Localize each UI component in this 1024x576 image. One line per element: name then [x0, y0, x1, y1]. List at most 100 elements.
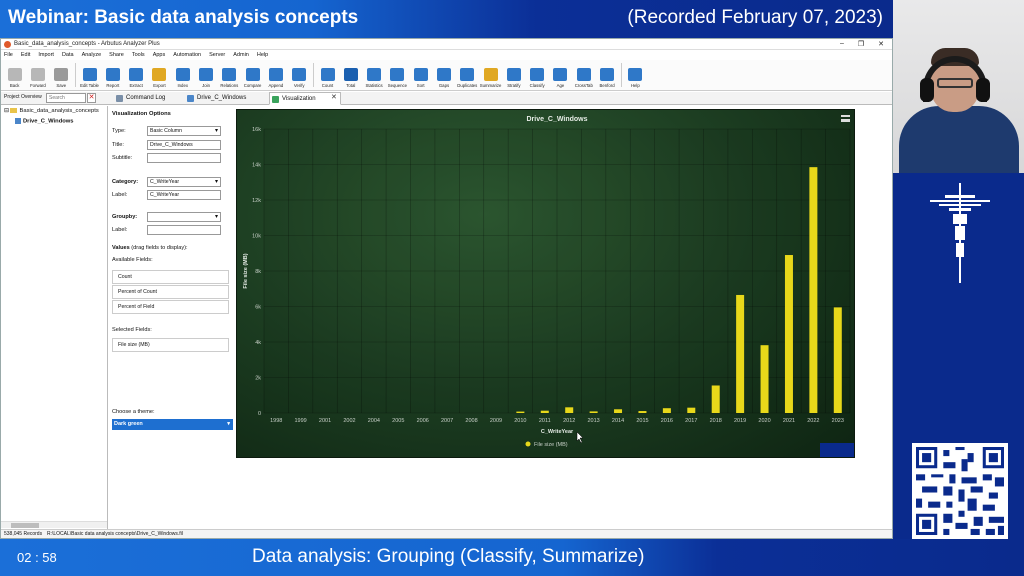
subtitle-input[interactable] — [147, 153, 221, 163]
help-icon — [628, 68, 643, 81]
relations-button[interactable]: Relations — [218, 60, 241, 90]
toolbar-label: Report — [106, 83, 120, 88]
menu-file[interactable]: File — [4, 52, 13, 58]
sequence-icon — [390, 68, 405, 81]
forward-button[interactable]: Forward — [26, 60, 49, 90]
field-percent-of-field[interactable]: Percent of Field — [112, 300, 229, 314]
x-tick-label: 2021 — [783, 418, 795, 424]
help-button[interactable]: Help — [624, 60, 647, 90]
menu-tools[interactable]: Tools — [132, 52, 145, 58]
count-button[interactable]: Count — [316, 60, 339, 90]
field-count[interactable]: Count — [112, 270, 229, 284]
menu-automation[interactable]: Automation — [173, 52, 201, 58]
category-select[interactable]: C_WriteYear — [147, 177, 221, 187]
menu-share[interactable]: Share — [109, 52, 124, 58]
bar-2010 — [516, 411, 525, 413]
y-tick-label: 0 — [258, 411, 261, 417]
project-overview-label: Project Overview — [4, 94, 42, 100]
y-tick-label: 8k — [255, 269, 261, 275]
close-tab-icon[interactable]: ✕ — [331, 93, 337, 101]
report-button[interactable]: Report — [101, 60, 124, 90]
export-button[interactable]: Export — [148, 60, 171, 90]
toolbar-label: Extract — [129, 83, 143, 88]
index-button[interactable]: Index — [171, 60, 194, 90]
extract-button[interactable]: Extract — [124, 60, 147, 90]
tab-label: Command Log — [126, 95, 166, 101]
summarize-button[interactable]: Summarize — [479, 60, 502, 90]
tab-drive-c-windows[interactable]: Drive_C_Windows — [185, 92, 269, 105]
benford-button[interactable]: Benford — [595, 60, 618, 90]
bar-2023 — [833, 307, 842, 413]
statistics-button[interactable]: Statistics — [362, 60, 385, 90]
sequence-button[interactable]: Sequence — [386, 60, 409, 90]
edit-table-button[interactable]: Edit Table — [78, 60, 101, 90]
chart-corner — [820, 443, 854, 457]
append-button[interactable]: Append — [264, 60, 287, 90]
selected-field-file-size[interactable]: File size (MB) — [112, 338, 229, 352]
menu-analyze[interactable]: Analyze — [82, 52, 102, 58]
theme-select[interactable]: Dark green — [112, 419, 233, 430]
screen: Webinar: Basic data analysis concepts (R… — [0, 0, 1024, 576]
toolbar-label: Export — [153, 83, 166, 88]
title-label: Title: — [112, 142, 124, 148]
menu-data[interactable]: Data — [62, 52, 74, 58]
classify-button[interactable]: Classify — [526, 60, 549, 90]
field-percent-of-count[interactable]: Percent of Count — [112, 285, 229, 299]
theme-label: Choose a theme: — [112, 409, 155, 415]
verify-button[interactable]: Verify — [288, 60, 311, 90]
menu-apps[interactable]: Apps — [153, 52, 166, 58]
close-window-button[interactable]: ✕ — [878, 40, 884, 48]
legend-marker — [525, 441, 531, 447]
file-path: R:\LOCAL\Basic data analysis concepts\Dr… — [47, 531, 183, 537]
join-button[interactable]: Join — [194, 60, 217, 90]
category-label-input[interactable]: C_WriteYear — [147, 190, 221, 200]
maximize-button[interactable]: ❐ — [858, 40, 864, 48]
values-hint: (drag fields to display): — [131, 245, 188, 251]
groupby-label-input[interactable] — [147, 225, 221, 235]
back-icon — [7, 68, 22, 81]
total-button[interactable]: Total — [339, 60, 362, 90]
tree-table-item[interactable]: Drive_C_Windows — [15, 118, 74, 125]
duplicates-button[interactable]: Duplicates — [456, 60, 479, 90]
collapse-icon[interactable]: ⊟ — [4, 108, 9, 114]
table-icon — [15, 118, 21, 124]
values-heading-text: Values — [112, 245, 130, 251]
minimize-button[interactable]: – — [840, 40, 844, 48]
project-search-input[interactable]: Search — [46, 93, 86, 103]
x-tick-label: 2019 — [734, 418, 746, 424]
toolbar-separator — [312, 63, 314, 87]
type-select[interactable]: Basic Column — [147, 126, 221, 136]
chart-menu-icon[interactable] — [841, 115, 850, 122]
index-icon — [175, 68, 190, 81]
gaps-button[interactable]: Gaps — [432, 60, 455, 90]
menu-admin[interactable]: Admin — [233, 52, 249, 58]
compare-button[interactable]: Compare — [241, 60, 264, 90]
groupby-select[interactable] — [147, 212, 221, 222]
tree-project-root[interactable]: ⊟ Basic_data_analysis_concepts — [4, 108, 99, 114]
stratify-button[interactable]: Stratify — [502, 60, 525, 90]
x-tick-label: 2020 — [758, 418, 770, 424]
save-button[interactable]: Save — [50, 60, 73, 90]
back-button[interactable]: Back — [3, 60, 26, 90]
toolbar-label: Benford — [599, 83, 615, 88]
horizontal-scrollbar[interactable] — [1, 521, 107, 528]
menu-server[interactable]: Server — [209, 52, 225, 58]
tab-label: Visualization — [282, 96, 316, 102]
x-tick-label: 2004 — [368, 418, 380, 424]
x-axis-label: C_WriteYear — [541, 429, 574, 435]
menu-edit[interactable]: Edit — [21, 52, 30, 58]
title-input[interactable]: Drive_C_Windows — [147, 140, 221, 150]
tab-command-log[interactable]: Command Log — [114, 92, 184, 105]
scrollbar-thumb[interactable] — [11, 523, 39, 528]
sort-button[interactable]: Sort — [409, 60, 432, 90]
section-title: Data analysis: Grouping (Classify, Summa… — [252, 546, 645, 567]
menu-help[interactable]: Help — [257, 52, 268, 58]
compare-icon — [245, 68, 260, 81]
menu-import[interactable]: Import — [38, 52, 54, 58]
bar-2021 — [784, 255, 793, 413]
toolbar-label: Sequence — [387, 83, 408, 88]
age-icon — [553, 68, 568, 81]
age-button[interactable]: Age — [549, 60, 572, 90]
crosstab-button[interactable]: CrossTab — [572, 60, 595, 90]
clear-search-icon[interactable]: ✕ — [87, 93, 96, 103]
